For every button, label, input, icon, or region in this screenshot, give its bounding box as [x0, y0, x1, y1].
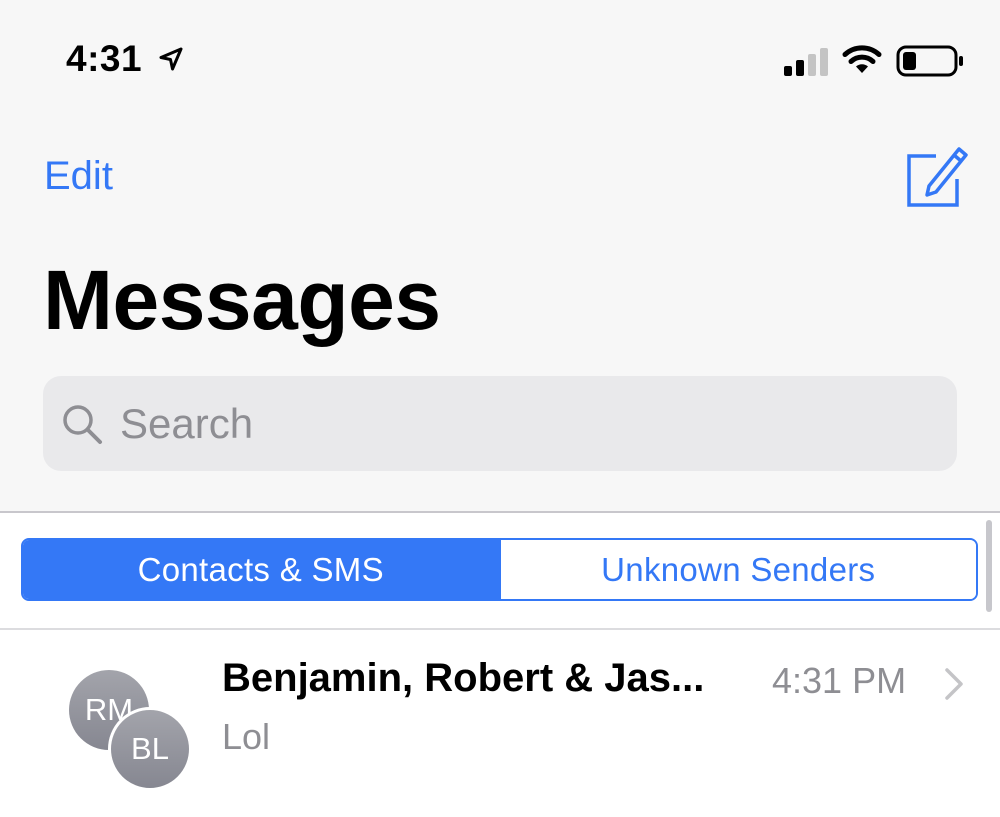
conversation-preview: Lol — [222, 716, 271, 757]
conversation-time: 4:31 PM — [772, 660, 907, 701]
message-filter-segmented-control: Contacts & SMS Unknown Senders — [21, 538, 978, 601]
divider — [0, 511, 1000, 513]
cellular-signal-icon — [783, 48, 829, 81]
search-input[interactable] — [120, 376, 920, 471]
search-bar[interactable] — [43, 376, 957, 471]
location-arrow-icon — [158, 46, 184, 77]
battery-icon — [896, 44, 966, 83]
wifi-icon — [841, 42, 883, 81]
search-icon — [61, 403, 105, 452]
compose-button[interactable] — [904, 143, 972, 214]
status-time: 4:31 — [66, 38, 143, 79]
segment-unknown-senders[interactable]: Unknown Senders — [498, 540, 976, 599]
conversation-row[interactable]: RM BL Benjamin, Robert & Jas... 4:31 PM … — [0, 630, 1000, 817]
page-title: Messages — [43, 253, 441, 347]
avatar: BL — [108, 707, 192, 791]
scroll-indicator[interactable] — [986, 520, 992, 612]
compose-icon — [907, 147, 968, 207]
chevron-right-icon — [942, 666, 966, 707]
conversation-name: Benjamin, Robert & Jas... — [222, 656, 705, 700]
segment-contacts-sms[interactable]: Contacts & SMS — [23, 540, 499, 599]
edit-button[interactable]: Edit — [44, 154, 113, 199]
